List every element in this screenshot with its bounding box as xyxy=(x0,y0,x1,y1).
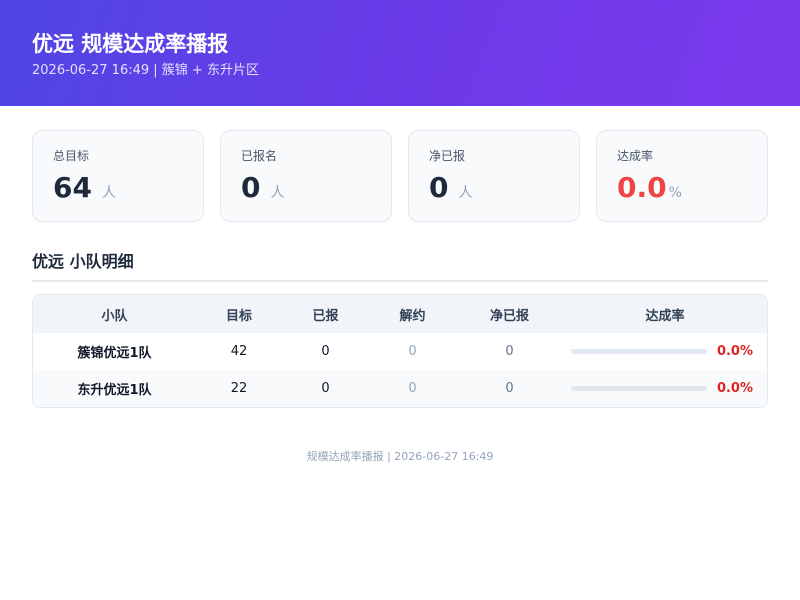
cell-reported: 0 xyxy=(321,381,330,396)
card-unit: % xyxy=(668,185,682,201)
page-subtitle: 2026-06-27 16:49 | 簇锦 + 东升片区 xyxy=(32,63,259,78)
rate-text: 0.0% xyxy=(716,381,753,396)
card-value: 0 xyxy=(429,171,449,204)
cell-team: 东升优远1队 xyxy=(77,383,152,398)
section-title: 优远 小队明细 xyxy=(32,248,768,282)
header-banner: 优远 规模达成率播报 2026-06-27 16:49 | 簇锦 + 东升片区 xyxy=(0,0,800,106)
rate-progress-bar xyxy=(571,349,707,354)
card-value: 0 xyxy=(241,171,261,204)
cell-target: 22 xyxy=(230,381,248,396)
card-achievement-rate: 达成率 0.0 % xyxy=(596,130,768,222)
card-total-target: 总目标 64 人 xyxy=(32,130,204,222)
cell-reported: 0 xyxy=(321,344,330,359)
column-header-reported: 已报 xyxy=(312,308,339,324)
column-header-net: 净已报 xyxy=(489,308,529,324)
column-header-team: 小队 xyxy=(101,308,128,324)
cell-team: 簇锦优远1队 xyxy=(77,346,152,361)
cell-net: 0 xyxy=(505,344,514,359)
card-label: 净已报 xyxy=(429,149,466,163)
footer-text: 规模达成率播报 | 2026-06-27 16:49 xyxy=(306,450,494,463)
team-table: 小队 目标 已报 解约 净已报 达成率 簇锦优远1队 42 0 0 0 0.0%… xyxy=(32,294,768,408)
column-header-cancelled: 解约 xyxy=(399,308,426,324)
cell-target: 42 xyxy=(230,344,248,359)
card-unit: 人 xyxy=(101,185,116,201)
card-label: 已报名 xyxy=(241,149,278,163)
cell-cancelled: 0 xyxy=(408,381,417,396)
page-title: 优远 规模达成率播报 xyxy=(32,32,229,56)
card-label: 达成率 xyxy=(617,149,654,163)
table-row: 簇锦优远1队 42 0 0 0 0.0% xyxy=(33,333,767,370)
rate-progress-bar xyxy=(571,386,707,391)
table-row: 东升优远1队 22 0 0 0 0.0% xyxy=(33,370,767,407)
card-value: 0.0 xyxy=(617,171,667,204)
card-value: 64 xyxy=(53,171,92,204)
column-header-rate: 达成率 xyxy=(645,308,685,324)
cell-rate: 0.0% xyxy=(563,370,767,407)
summary-cards: 总目标 64 人 已报名 0 人 净已报 0 人 达成率 0.0 % xyxy=(0,106,800,222)
table-header-row: 小队 目标 已报 解约 净已报 达成率 xyxy=(33,295,767,333)
card-net-registered: 净已报 0 人 xyxy=(408,130,580,222)
card-label: 总目标 xyxy=(53,149,90,163)
cell-cancelled: 0 xyxy=(408,344,417,359)
column-header-target: 目标 xyxy=(225,308,252,324)
cell-rate: 0.0% xyxy=(563,333,767,370)
card-unit: 人 xyxy=(270,185,285,201)
card-registered: 已报名 0 人 xyxy=(220,130,392,222)
rate-text: 0.0% xyxy=(716,344,753,359)
cell-net: 0 xyxy=(505,381,514,396)
card-unit: 人 xyxy=(458,185,473,201)
